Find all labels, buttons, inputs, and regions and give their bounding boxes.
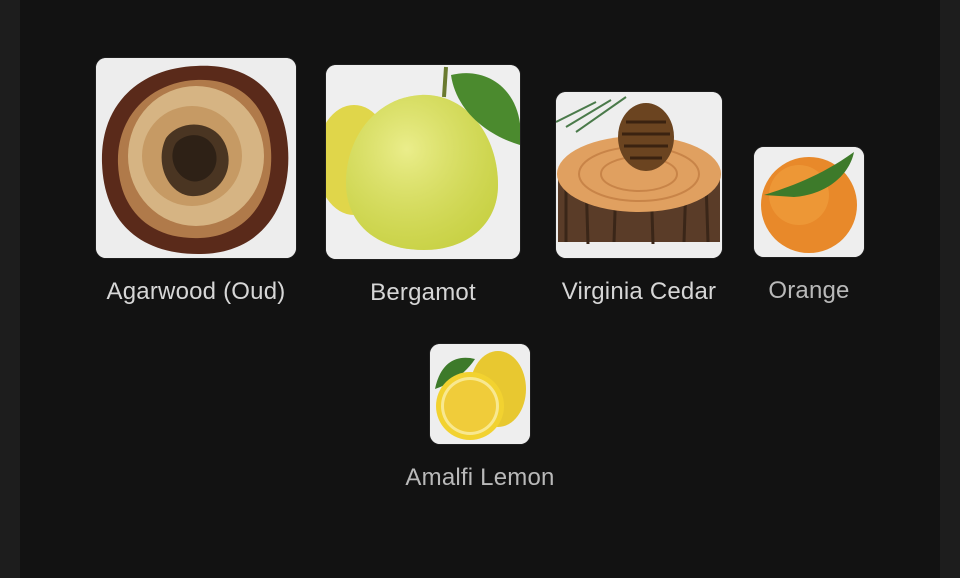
- note-agarwood[interactable]: Agarwood (Oud): [95, 58, 297, 306]
- app-frame: Agarwood (Oud) Bergamot Virginia Cedar O…: [0, 0, 960, 578]
- note-label: Orange: [768, 277, 850, 304]
- note-orange[interactable]: Orange: [754, 147, 864, 305]
- bergamot-image: [326, 65, 520, 259]
- note-cedar[interactable]: Virginia Cedar: [550, 92, 728, 306]
- note-amalfi-lemon[interactable]: Amalfi Lemon: [380, 344, 580, 492]
- note-label: Virginia Cedar: [561, 278, 717, 305]
- note-label: Bergamot: [370, 279, 476, 306]
- note-bergamot[interactable]: Bergamot: [326, 65, 520, 307]
- note-label: Amalfi Lemon: [405, 464, 555, 491]
- note-label: Agarwood (Oud): [106, 278, 286, 305]
- orange-image: [754, 147, 864, 257]
- notes-panel: Agarwood (Oud) Bergamot Virginia Cedar O…: [20, 0, 940, 578]
- lemon-image: [430, 344, 530, 444]
- agarwood-image: [96, 58, 296, 258]
- cedar-image: [556, 92, 722, 258]
